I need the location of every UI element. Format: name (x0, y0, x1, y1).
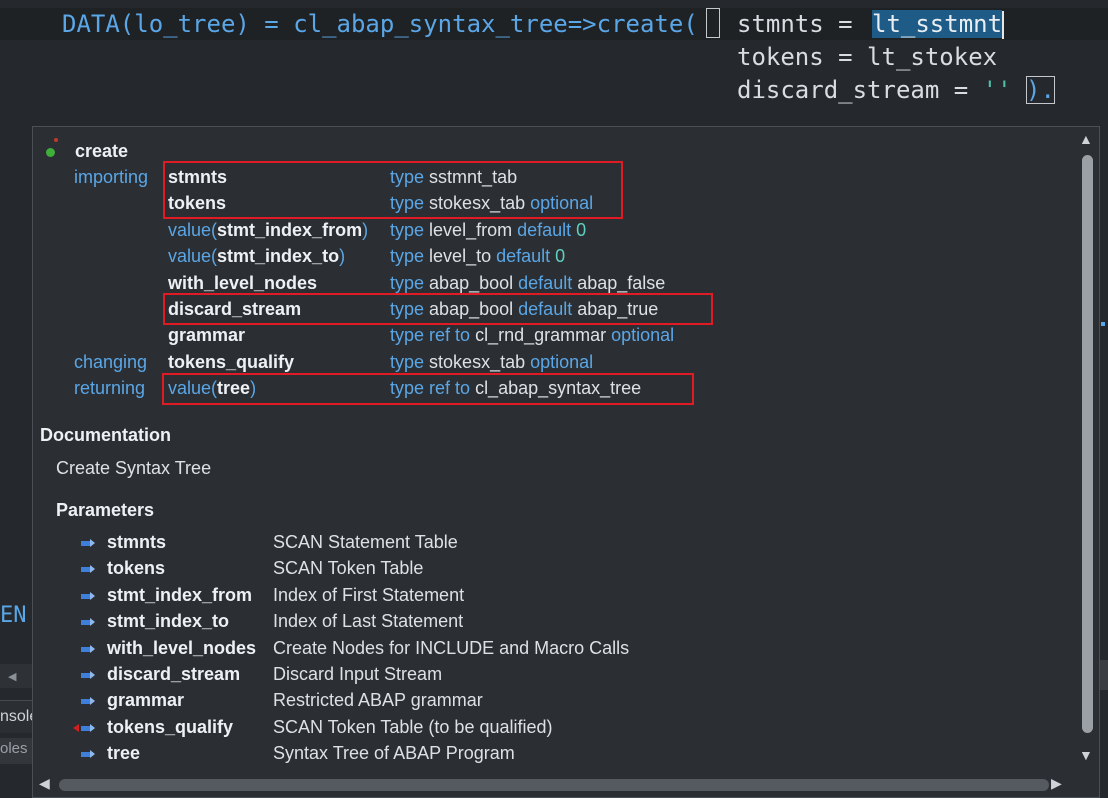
scroll-down-icon[interactable]: ▼ (1079, 747, 1093, 763)
popup-vertical-scrollbar[interactable]: ▲ ▼ (1077, 127, 1099, 772)
parameter-icon (81, 618, 95, 627)
highlight-returning-tree (162, 373, 694, 405)
parameter-description: Discard Input Stream (273, 664, 443, 684)
editor-marker (1101, 322, 1105, 326)
signature-section-changing: changing (74, 351, 148, 372)
scroll-right-icon[interactable]: ▶ (1051, 775, 1062, 792)
vertical-scroll-thumb[interactable] (1082, 155, 1093, 733)
open-paren-highlight (706, 8, 720, 40)
parameter-icon (81, 697, 95, 706)
documentation-text: Create Syntax Tree (56, 458, 212, 478)
parameter-description: Index of Last Statement (273, 611, 464, 632)
element-info-popup[interactable]: create importing stmnts type sstmnt_tab tok… (32, 126, 1100, 798)
parameter-description: Create Nodes for INCLUDE and Macro Calls (273, 637, 630, 658)
parameters-heading: Parameters (56, 500, 155, 520)
signature-type-stmt_index_to: type level_to default 0 (390, 246, 566, 267)
method-static-marker-icon (54, 138, 58, 142)
parameter-description: SCAN Token Table (273, 558, 424, 579)
signature-param-tokens_qualify: tokens_qualify (168, 351, 295, 372)
parameter-name: discard_stream (107, 664, 241, 684)
highlight-discard-stream (163, 293, 713, 325)
parameter-name: with_level_nodes (107, 637, 257, 658)
popup-horizontal-scrollbar[interactable]: ◀ ▶ (33, 773, 1099, 797)
parameter-name: stmnts (107, 532, 167, 552)
signature-type-with_level_nodes: type abap_bool default abap_false (390, 272, 666, 293)
console-view-label: oles (0, 740, 28, 757)
scroll-left-icon[interactable]: ◀ (39, 775, 50, 792)
documentation-heading: Documentation (40, 425, 172, 445)
parameter-name: stmt_index_to (107, 611, 230, 632)
scroll-up-icon[interactable]: ▲ (1079, 131, 1093, 147)
right-panel-edge (1100, 660, 1108, 690)
selected-text[interactable]: lt_sstmnt (872, 8, 1005, 40)
highlight-importing-stmnts-tokens (163, 161, 623, 219)
parameter-icon (73, 723, 95, 732)
signature-param-stmt_index_to: value(stmt_index_to) (168, 246, 346, 267)
parameter-description: Index of First Statement (273, 584, 465, 605)
code-line-3-suffix: ). (1026, 76, 1055, 104)
parameter-icon (81, 565, 95, 574)
signature-param-grammar: grammar (168, 325, 246, 346)
parameter-icon (81, 539, 95, 547)
parameter-name: grammar (107, 690, 185, 711)
code-line-1-prefix: DATA(lo_tree) = cl_abap_syntax_tree=>cre… (62, 10, 698, 38)
parameter-name: tokens_qualify (107, 716, 234, 737)
code-line-2[interactable]: tokens = lt_stokex (737, 41, 997, 73)
code-line-1-param[interactable]: stmnts = (737, 8, 867, 40)
method-name: create (75, 141, 129, 161)
parameter-name: stmt_index_from (107, 584, 253, 605)
parameter-name: tree (107, 743, 141, 764)
signature-type-tokens_qualify: type stokesx_tab optional (390, 351, 594, 372)
method-icon (46, 148, 55, 157)
signature-param-with_level_nodes: with_level_nodes (168, 272, 318, 293)
parameter-icon (81, 644, 95, 653)
code-string-literal: '' (982, 76, 1012, 104)
parameter-description: SCAN Token Table (to be qualified) (273, 716, 553, 737)
code-line-1[interactable]: DATA(lo_tree) = cl_abap_syntax_tree=>cre… (62, 8, 698, 40)
scroll-left-icon[interactable]: ◀ (8, 670, 16, 683)
text-cursor (1002, 11, 1005, 39)
signature-type-stmt_index_from: type level_from default 0 (390, 219, 587, 240)
parameter-description: Restricted ABAP grammar (273, 690, 483, 711)
code-line-3-prefix: discard_stream = (737, 76, 983, 104)
code-line-3[interactable]: discard_stream = '' ). (737, 74, 1055, 106)
signature-section-importing: importing (74, 167, 149, 187)
parameter-description: Syntax Tree of ABAP Program (273, 743, 515, 764)
horizontal-scroll-thumb[interactable] (59, 779, 1049, 791)
signature-section-returning: returning (74, 378, 146, 399)
parameter-icon (81, 671, 95, 679)
signature-param-stmt_index_from: value(stmt_index_from) (168, 219, 369, 240)
parameter-icon (81, 591, 95, 600)
parameter-description: SCAN Statement Table (273, 532, 458, 552)
code-end-fragment: EN (0, 603, 27, 628)
signature-type-grammar: type ref to cl_rnd_grammar optional (390, 325, 675, 346)
parameter-name: tokens (107, 558, 166, 579)
parameter-icon (81, 750, 95, 759)
